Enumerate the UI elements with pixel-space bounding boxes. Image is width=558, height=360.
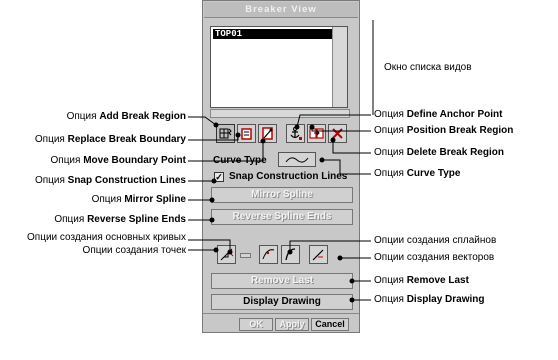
label-vector-options: Опции создания векторов: [374, 252, 495, 263]
label-replace-break-boundary: Опция Replace Break Boundary: [34, 134, 186, 145]
label-reverse-spline-ends: Опция Reverse Spline Ends: [54, 214, 186, 225]
label-display-drawing: Опция Display Drawing: [374, 294, 485, 305]
label-position-break-region: Опция Position Break Region: [374, 125, 514, 136]
label-add-break-region: Опция Add Break Region: [66, 111, 186, 122]
label-delete-break-region: Опция Delete Break Region: [374, 147, 504, 158]
label-spline-options: Опции создания сплайнов: [374, 235, 497, 246]
label-mirror-spline: Опция Mirror Spline: [91, 194, 186, 205]
label-snap-construction-lines: Опция Snap Construction Lines: [34, 175, 186, 186]
label-define-anchor-point: Опция Define Anchor Point: [374, 109, 503, 120]
label-points: Опции создания точек: [82, 245, 186, 256]
label-remove-last: Опция Remove Last: [374, 275, 469, 286]
label-move-boundary-point: Опция Move Boundary Point: [50, 155, 187, 166]
label-curve-type: Опция Curve Type: [374, 168, 461, 179]
label-basic-curves: Опции создания основных кривых: [27, 232, 186, 243]
label-list-window: Окно списка видов: [384, 62, 472, 73]
